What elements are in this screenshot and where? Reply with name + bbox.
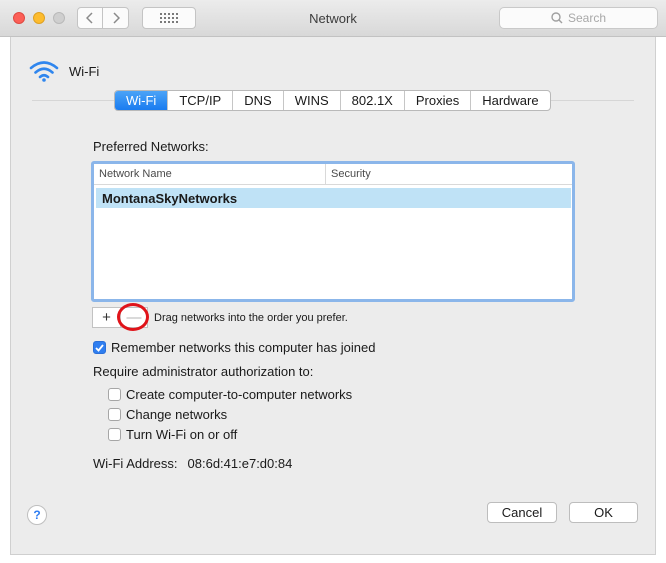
checkmark-icon xyxy=(95,343,104,352)
change-networks-checkbox[interactable] xyxy=(108,408,121,421)
column-security[interactable]: Security xyxy=(326,164,572,184)
create-network-checkbox[interactable] xyxy=(108,388,121,401)
create-network-option[interactable]: Create computer-to-computer networks xyxy=(108,387,352,402)
tab-tcpip[interactable]: TCP/IP xyxy=(167,91,232,110)
search-icon xyxy=(551,12,563,24)
create-network-label: Create computer-to-computer networks xyxy=(126,387,353,402)
wifi-icon xyxy=(29,61,59,82)
tab-wifi[interactable]: Wi-Fi xyxy=(115,91,168,110)
column-network-name[interactable]: Network Name xyxy=(94,164,326,184)
tab-hardware[interactable]: Hardware xyxy=(470,91,549,110)
wifi-address: Wi-Fi Address: 08:6d:41:e7:d0:84 xyxy=(93,456,292,471)
change-networks-label: Change networks xyxy=(126,407,228,422)
admin-authorization-label: Require administrator authorization to: xyxy=(93,364,314,379)
toggle-wifi-label: Turn Wi-Fi on or off xyxy=(126,427,238,442)
change-networks-option[interactable]: Change networks xyxy=(108,407,227,422)
toggle-wifi-option[interactable]: Turn Wi-Fi on or off xyxy=(108,427,237,442)
title-bar: Network Search xyxy=(0,0,666,37)
wifi-address-value: 08:6d:41:e7:d0:84 xyxy=(187,456,293,471)
network-name-cell: MontanaSkyNetworks xyxy=(102,190,238,206)
preferred-networks-table[interactable]: Network Name Security MontanaSkyNetworks xyxy=(91,161,575,302)
ok-button[interactable]: OK xyxy=(569,502,638,523)
add-network-button[interactable]: + xyxy=(93,308,120,327)
wifi-header: Wi-Fi xyxy=(29,60,99,82)
remember-networks-label: Remember networks this computer has join… xyxy=(111,340,376,355)
toggle-wifi-checkbox[interactable] xyxy=(108,428,121,441)
remember-networks-checkbox[interactable] xyxy=(93,341,106,354)
search-placeholder: Search xyxy=(567,11,607,25)
highlight-circle xyxy=(117,303,149,331)
table-row[interactable]: MontanaSkyNetworks xyxy=(96,188,571,208)
drag-hint-text: Drag networks into the order you prefer. xyxy=(154,312,348,324)
tab-bar: Wi-Fi TCP/IP DNS WINS 802.1X Proxies Har… xyxy=(114,90,551,111)
tab-wins[interactable]: WINS xyxy=(282,91,340,110)
wifi-address-label: Wi-Fi Address: xyxy=(93,456,178,471)
search-field[interactable]: Search xyxy=(499,7,658,29)
wifi-header-label: Wi-Fi xyxy=(69,63,100,79)
tab-proxies[interactable]: Proxies xyxy=(403,91,470,110)
table-header: Network Name Security xyxy=(94,164,572,185)
remember-networks-option[interactable]: Remember networks this computer has join… xyxy=(93,340,375,355)
help-button[interactable]: ? xyxy=(27,505,47,525)
tab-dns[interactable]: DNS xyxy=(232,91,282,110)
preferred-networks-label: Preferred Networks: xyxy=(93,139,209,154)
tab-8021x[interactable]: 802.1X xyxy=(339,91,404,110)
cancel-button[interactable]: Cancel xyxy=(487,502,557,523)
